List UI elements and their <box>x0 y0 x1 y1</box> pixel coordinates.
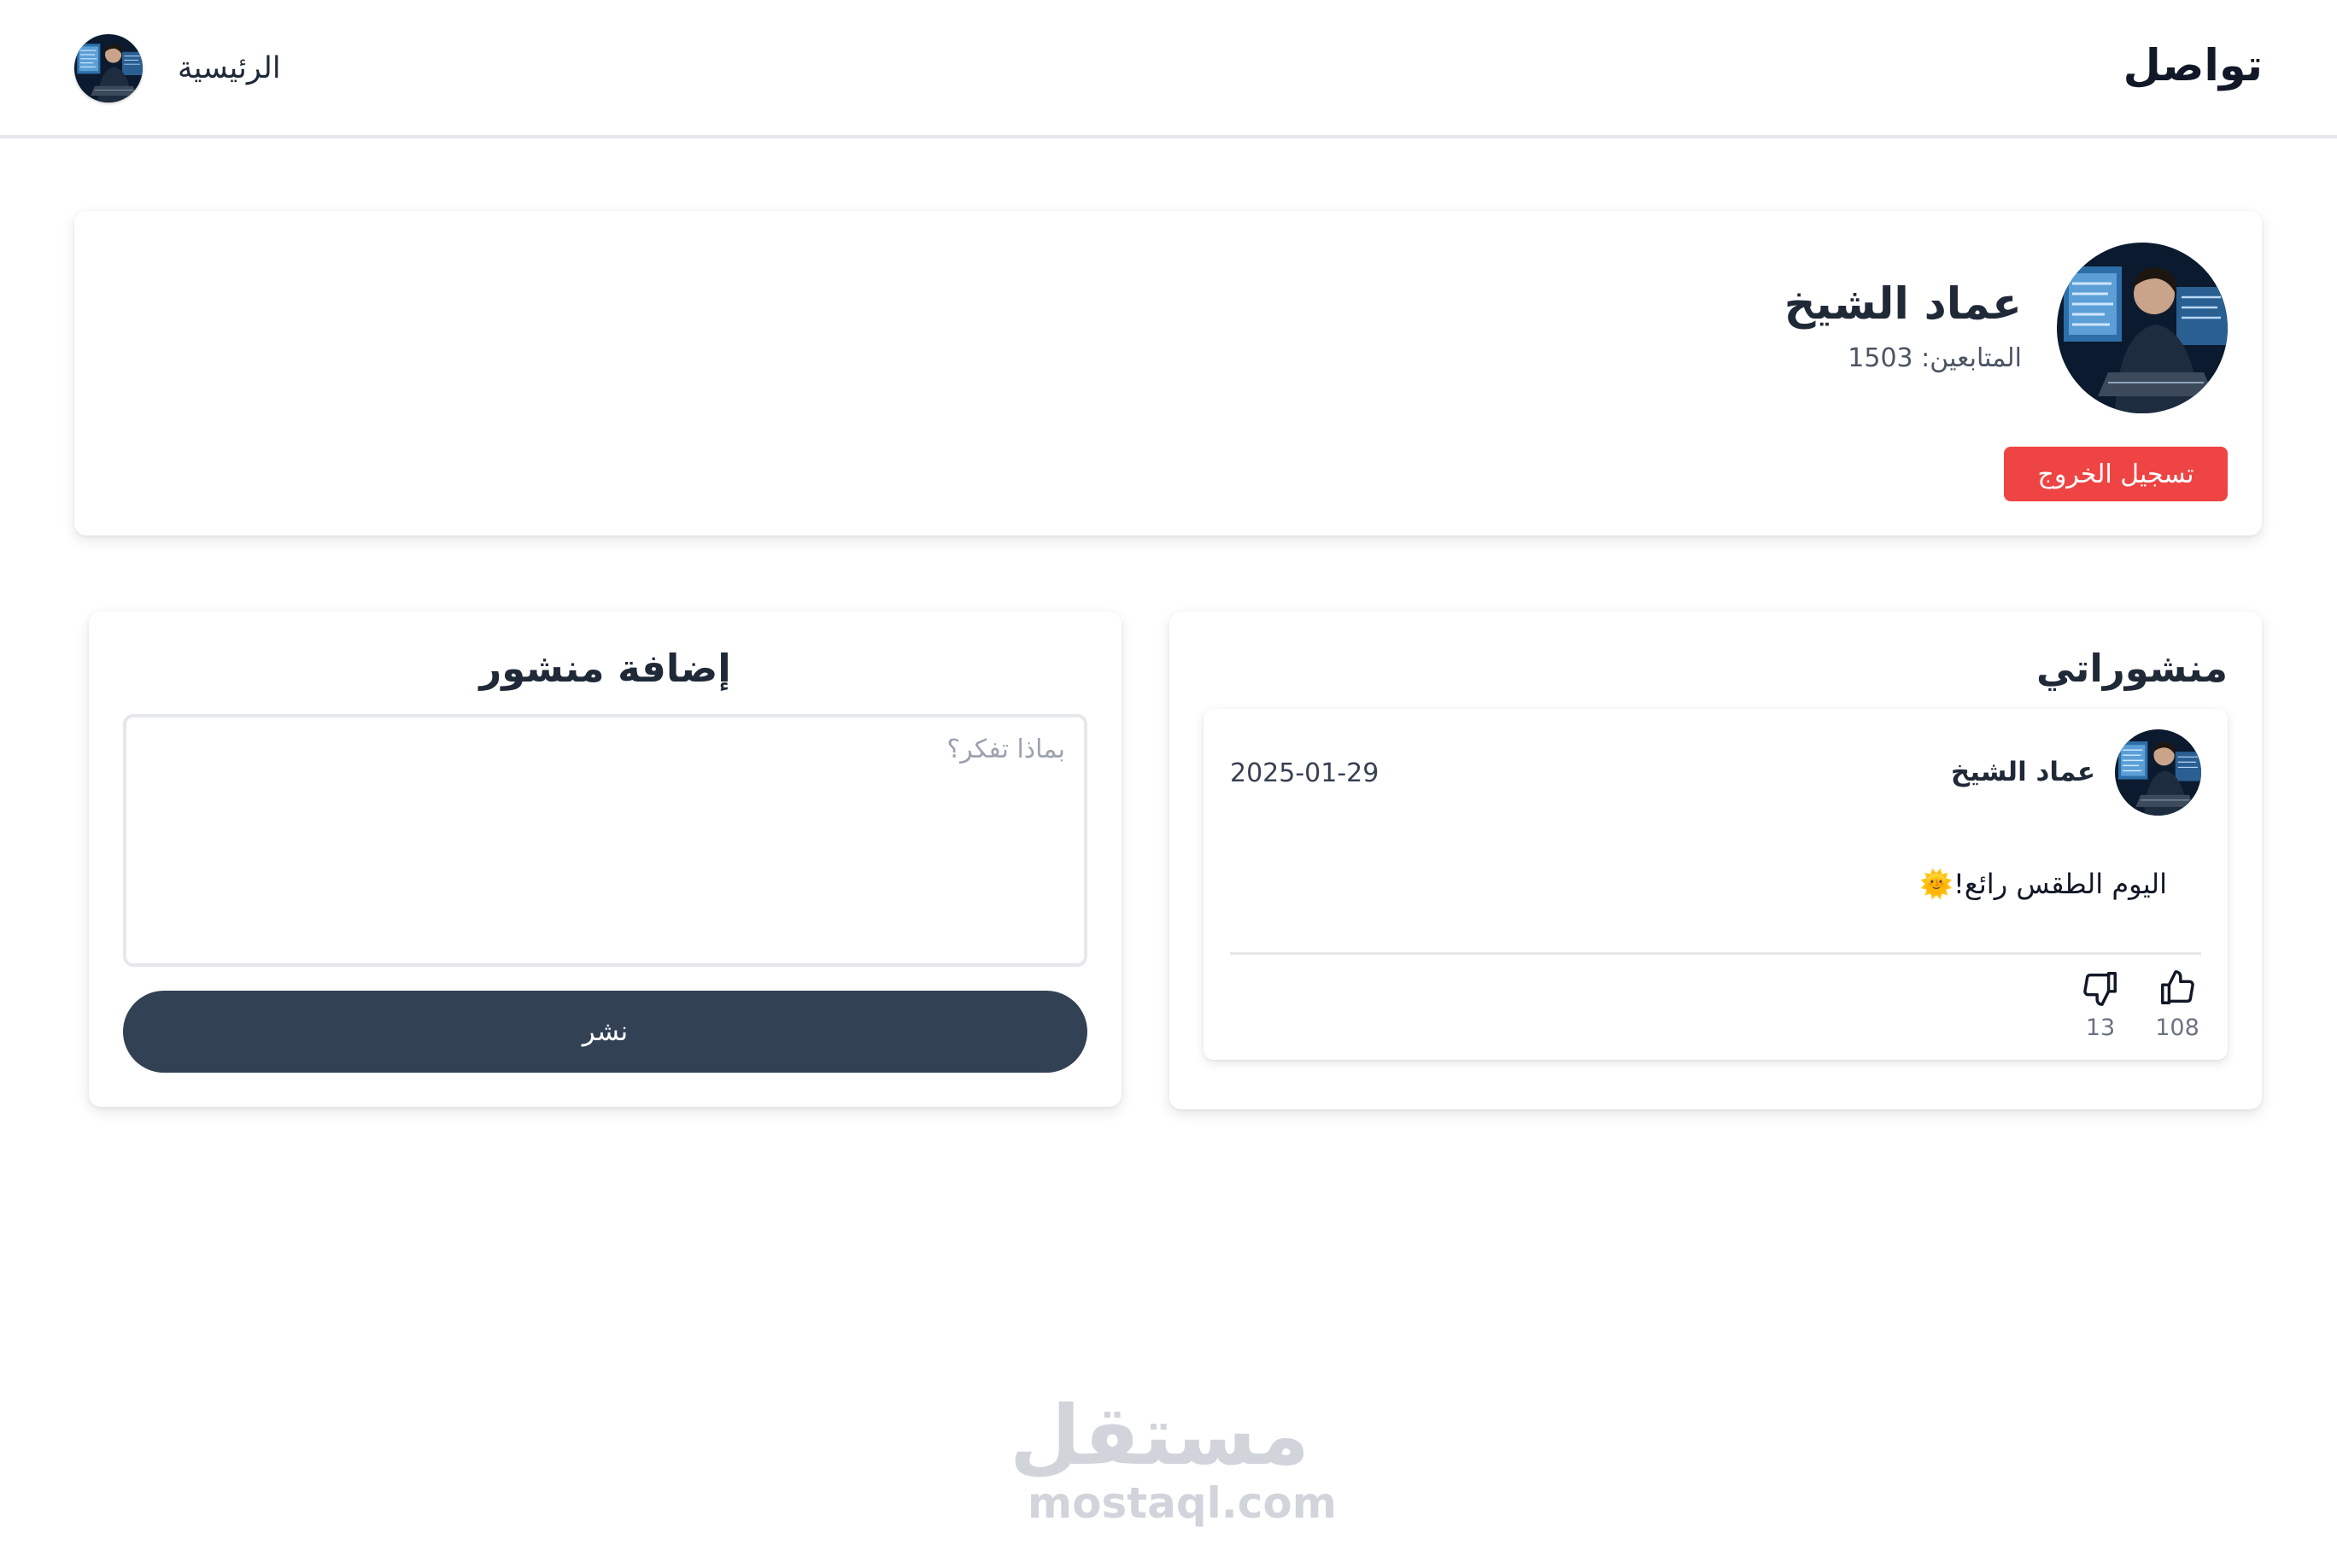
post-card: عماد الشيخ 2025-01-29 اليوم الطقس رائع!🌞… <box>1204 709 2228 1060</box>
add-post-title: إضافة منشور <box>479 646 731 691</box>
publish-button[interactable]: نشر <box>123 991 1087 1073</box>
post-author-name: عماد الشيخ <box>1950 757 2095 787</box>
profile-avatar-image <box>2057 243 2228 413</box>
thumbs-down-icon <box>2083 972 2117 1006</box>
my-posts-title: منشوراتي <box>2036 646 2228 691</box>
brand-logo-text[interactable]: تواصل <box>2123 41 2263 91</box>
dislike-count: 13 <box>2085 1015 2116 1041</box>
my-posts-section: منشوراتي عماد الشيخ 2025-01-29 اليوم الط… <box>1169 611 2262 1109</box>
profile-name: عماد الشيخ <box>1784 279 2022 330</box>
nav-home-link[interactable]: الرئيسية <box>178 51 281 85</box>
top-navbar: تواصل الرئيسية <box>0 0 2337 138</box>
post-author-avatar <box>2115 729 2201 816</box>
thumbs-up-icon <box>2161 970 2194 1004</box>
profile-card: عماد الشيخ المتابعين: 1503 تسجيل الخروج <box>74 211 2262 535</box>
post-textarea[interactable] <box>123 714 1087 967</box>
add-post-section: إضافة منشور نشر <box>89 611 1122 1107</box>
watermark: مستقل mostaql.com <box>1009 1388 1337 1528</box>
watermark-arabic: مستقل <box>1009 1388 1309 1483</box>
post-author-avatar-image <box>2115 729 2201 816</box>
watermark-latin: mostaql.com <box>1028 1478 1337 1528</box>
profile-avatar <box>2057 243 2228 413</box>
post-divider <box>1230 952 2201 955</box>
like-count: 108 <box>2155 1015 2199 1041</box>
like-button[interactable]: 108 <box>2147 962 2207 1044</box>
avatar-image <box>74 34 143 102</box>
post-date: 2025-01-29 <box>1230 758 1379 788</box>
dislike-button[interactable]: 13 <box>2070 962 2130 1044</box>
post-content: اليوم الطقس رائع!🌞 <box>1919 868 2167 900</box>
logout-button[interactable]: تسجيل الخروج <box>2004 447 2228 501</box>
followers-count: المتابعين: 1503 <box>1848 343 2022 373</box>
user-avatar-icon[interactable] <box>74 34 143 102</box>
